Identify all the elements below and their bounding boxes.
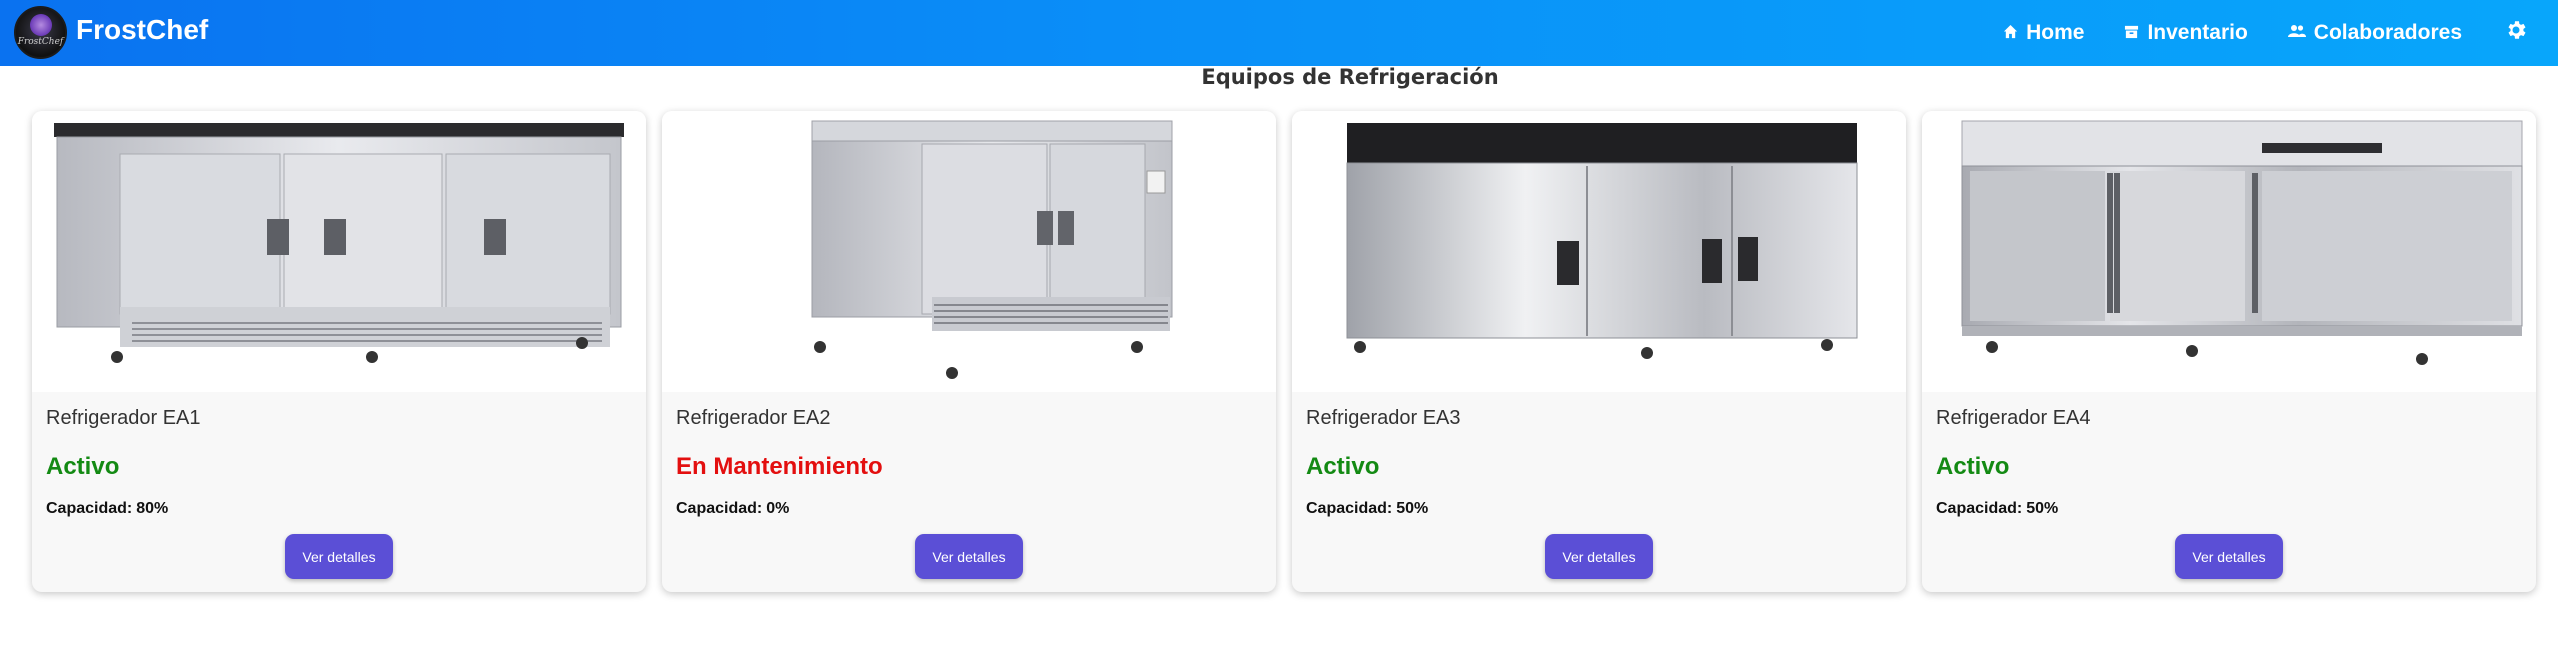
equipment-card-list: Refrigerador EA1 Activo Capacidad: 80% Ve… (32, 111, 2536, 592)
capacity-label: Capacidad: (1306, 500, 1393, 517)
view-details-button[interactable]: Ver detalles (1545, 534, 1653, 579)
nav-colaboradores[interactable]: Colaboradores (2287, 21, 2462, 45)
top-navbar: FrostChef FrostChef Home Inventario Cola… (0, 0, 2558, 66)
nav-home[interactable]: Home (2003, 21, 2084, 45)
view-details-button[interactable]: Ver detalles (2175, 534, 2283, 579)
view-details-button[interactable]: Ver detalles (285, 534, 393, 579)
capacity-label: Capacidad: (676, 500, 763, 517)
capacity-text: Capacidad: 50% (1936, 500, 2058, 518)
nav-inventario-label: Inventario (2147, 21, 2248, 44)
equipment-name: Refrigerador EA3 (1306, 407, 1461, 429)
nav-links: Home Inventario Colaboradores (1963, 0, 2558, 66)
status-label: Activo (1936, 453, 2010, 480)
archive-icon (2124, 24, 2139, 43)
gear-icon[interactable] (2504, 18, 2528, 49)
equipment-name: Refrigerador EA4 (1936, 407, 2091, 429)
equipment-card: Refrigerador EA3 Activo Capacidad: 50% Ve… (1292, 111, 1906, 592)
users-icon (2287, 24, 2306, 42)
logo-text: FrostChef (17, 37, 64, 47)
capacity-label: Capacidad: (1936, 500, 2023, 517)
nav-colaboradores-label: Colaboradores (2313, 21, 2462, 44)
equipment-card: Refrigerador EA4 Activo Capacidad: 50% Ve… (1922, 111, 2536, 592)
home-icon (2003, 24, 2018, 43)
capacity-label: Capacidad: (46, 500, 133, 517)
capacity-value: 50% (1396, 500, 1429, 517)
capacity-text: Capacidad: 80% (46, 500, 168, 518)
refrigerator-image (1292, 111, 1906, 392)
status-label: Activo (1306, 453, 1380, 480)
equipment-name: Refrigerador EA2 (676, 407, 831, 429)
equipment-card: Refrigerador EA1 Activo Capacidad: 80% Ve… (32, 111, 646, 592)
brand-name[interactable]: FrostChef (76, 14, 208, 46)
logo-emblem-icon (29, 14, 52, 36)
capacity-text: Capacidad: 50% (1306, 500, 1428, 518)
capacity-value: 0% (766, 500, 790, 517)
equipment-card: Refrigerador EA2 En Mantenimiento Capaci… (662, 111, 1276, 592)
capacity-value: 80% (136, 500, 169, 517)
refrigerator-image (1922, 111, 2536, 392)
section-title: Equipos de Refrigeración (1201, 65, 1499, 89)
refrigerator-image (32, 111, 646, 392)
equipment-name: Refrigerador EA1 (46, 407, 201, 429)
view-details-button[interactable]: Ver detalles (915, 534, 1023, 579)
capacity-text: Capacidad: 0% (676, 500, 789, 518)
refrigerator-image (662, 111, 1276, 392)
status-label: En Mantenimiento (676, 453, 883, 480)
nav-home-label: Home (2026, 21, 2085, 44)
status-label: Activo (46, 453, 120, 480)
nav-inventario[interactable]: Inventario (2124, 21, 2248, 45)
capacity-value: 50% (2026, 500, 2059, 517)
brand-logo[interactable]: FrostChef (14, 6, 67, 59)
